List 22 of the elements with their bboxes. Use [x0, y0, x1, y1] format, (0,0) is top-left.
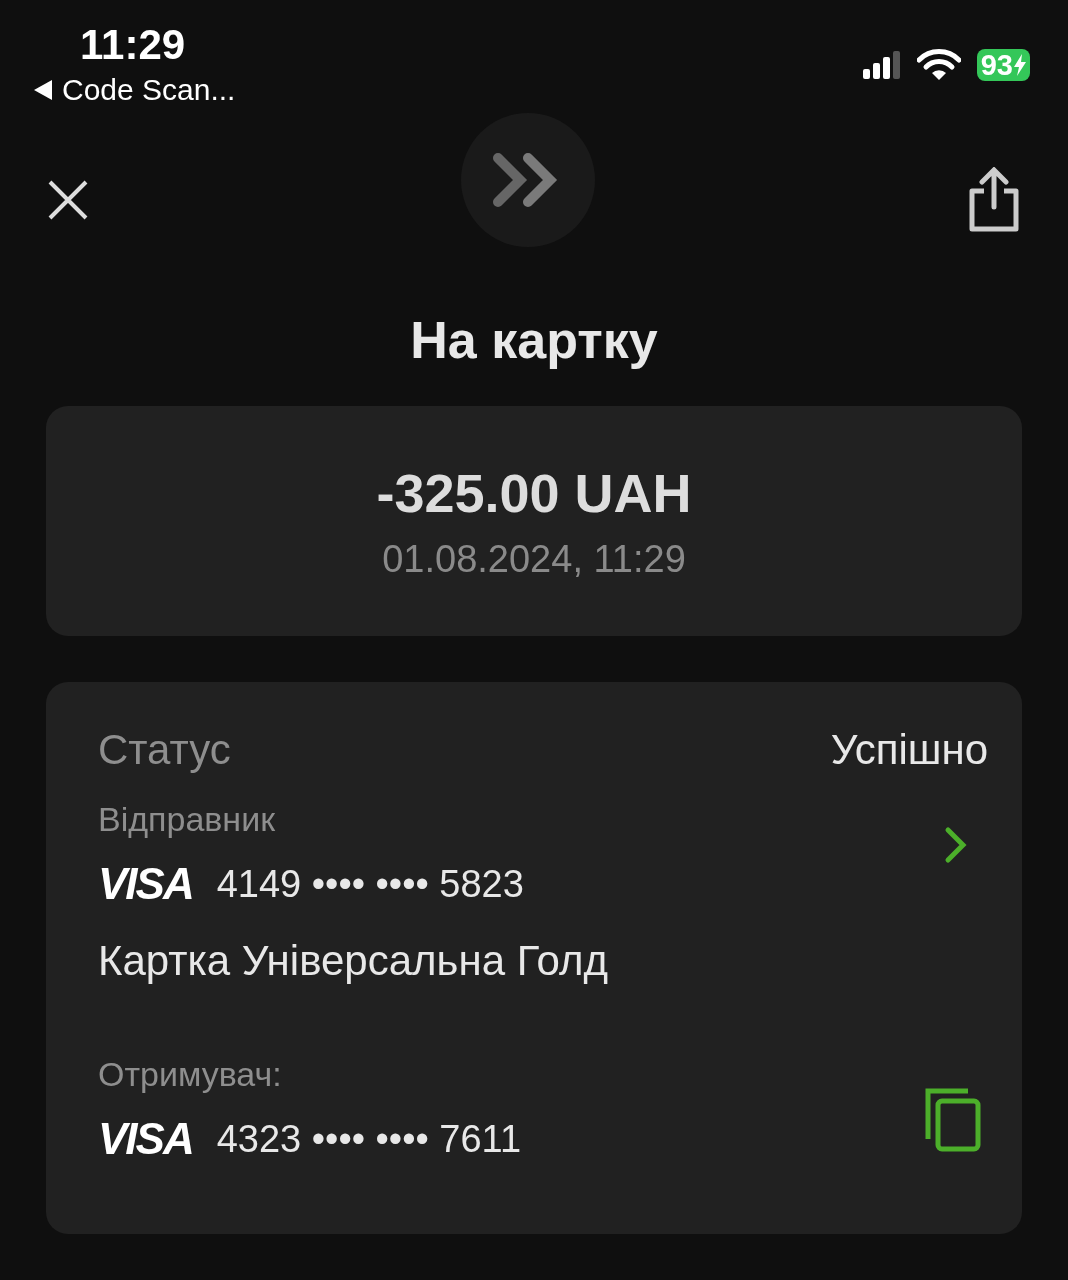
recipient-label: Отримувач:: [98, 1055, 283, 1094]
status-value: Успішно: [830, 726, 988, 774]
copy-button[interactable]: [924, 1086, 982, 1153]
signal-icon: [862, 51, 901, 79]
card-number: 4149 •••• •••• 5823: [216, 862, 524, 906]
wifi-icon: [916, 49, 961, 81]
close-button[interactable]: [46, 178, 90, 222]
card-brand: VISA: [98, 1114, 193, 1164]
chevron-right-icon[interactable]: [944, 825, 968, 864]
sender-label: Відправник: [98, 800, 276, 839]
page-title: На картку: [409, 310, 659, 370]
card-number: 4323 •••• •••• 7611: [216, 1117, 522, 1161]
charging-icon: [1014, 54, 1026, 76]
card-brand: VISA: [98, 859, 193, 909]
amount-value: -325.00 UAH: [376, 461, 692, 524]
back-link[interactable]: Code Scan...: [34, 70, 236, 110]
back-icon: [34, 80, 52, 100]
status-label: Статус: [98, 726, 231, 774]
battery-percent: 93: [980, 50, 1013, 80]
transaction-date: 01.08.2024, 11:29: [382, 537, 686, 581]
card-name: Картка Універсальна Голд: [98, 937, 610, 985]
status-time: 11:29: [80, 20, 187, 70]
